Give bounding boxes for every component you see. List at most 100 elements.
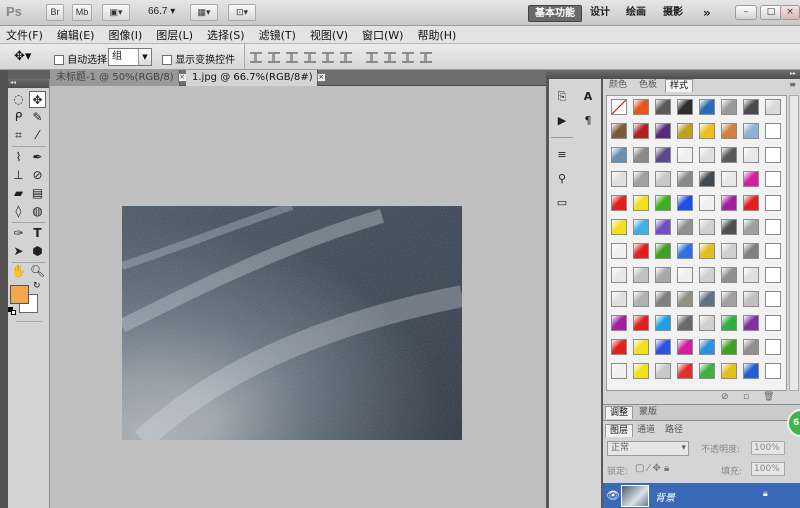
style-swatch[interactable] bbox=[655, 267, 671, 283]
history-panel-icon[interactable]: ⎘ bbox=[551, 87, 573, 107]
style-swatch[interactable] bbox=[633, 147, 649, 163]
style-swatch[interactable] bbox=[743, 147, 759, 163]
tab-swatches[interactable]: 色板 bbox=[635, 79, 661, 92]
minimize-button[interactable]: – bbox=[735, 5, 757, 20]
zoom-level[interactable]: 66.7 ▾ bbox=[148, 6, 175, 17]
align-button-icon[interactable] bbox=[268, 52, 280, 63]
style-swatch[interactable] bbox=[721, 363, 737, 379]
style-swatch[interactable] bbox=[611, 219, 627, 235]
visibility-eye-icon[interactable]: 👁︎ bbox=[606, 489, 620, 502]
style-swatch[interactable] bbox=[611, 243, 627, 259]
style-swatch[interactable] bbox=[743, 171, 759, 187]
style-swatch[interactable] bbox=[633, 219, 649, 235]
character-panel-icon[interactable]: A bbox=[577, 87, 599, 107]
style-swatch[interactable] bbox=[765, 243, 781, 259]
style-swatch[interactable] bbox=[743, 291, 759, 307]
auto-select-dropdown[interactable]: 组 ▼ bbox=[108, 48, 152, 66]
style-swatch[interactable] bbox=[699, 243, 715, 259]
align-button-icon[interactable] bbox=[402, 52, 414, 63]
style-swatch[interactable] bbox=[721, 147, 737, 163]
style-swatch[interactable] bbox=[655, 123, 671, 139]
tab-paths[interactable]: 路径 bbox=[661, 424, 687, 437]
style-swatch[interactable] bbox=[743, 219, 759, 235]
style-swatch[interactable] bbox=[633, 123, 649, 139]
menu-window[interactable]: 窗口(W) bbox=[362, 27, 403, 43]
paragraph-panel-icon[interactable]: ¶ bbox=[577, 111, 599, 131]
style-swatch[interactable] bbox=[655, 147, 671, 163]
style-swatch[interactable] bbox=[699, 171, 715, 187]
style-swatch[interactable] bbox=[699, 267, 715, 283]
brush-presets-icon[interactable]: ≡ bbox=[551, 145, 573, 165]
style-swatch[interactable] bbox=[765, 171, 781, 187]
auto-select-label[interactable]: 自动选择: bbox=[54, 51, 111, 66]
menu-layer[interactable]: 图层(L) bbox=[156, 27, 193, 43]
hand-tool-icon[interactable]: ✋ bbox=[10, 263, 27, 280]
style-swatch[interactable] bbox=[611, 315, 627, 331]
style-swatch[interactable] bbox=[699, 219, 715, 235]
style-swatch[interactable] bbox=[721, 171, 737, 187]
show-transform-controls[interactable]: 显示变换控件 bbox=[162, 51, 235, 66]
align-button-icon[interactable] bbox=[250, 52, 262, 63]
style-swatch[interactable] bbox=[611, 363, 627, 379]
workspace-essentials[interactable]: 基本功能 bbox=[528, 5, 582, 22]
style-swatch[interactable] bbox=[677, 315, 693, 331]
show-transform-checkbox[interactable] bbox=[162, 55, 172, 65]
style-swatch[interactable] bbox=[765, 291, 781, 307]
style-swatch[interactable] bbox=[677, 123, 693, 139]
style-swatch[interactable] bbox=[633, 195, 649, 211]
tab-styles[interactable]: 样式 bbox=[665, 79, 694, 92]
style-swatch[interactable] bbox=[633, 99, 649, 115]
foreground-color-swatch[interactable] bbox=[10, 285, 29, 304]
align-button-icon[interactable] bbox=[420, 52, 432, 63]
fill-input[interactable]: 100% bbox=[751, 462, 785, 476]
close-tab-icon[interactable]: × bbox=[316, 72, 326, 82]
clear-style-icon[interactable]: ⊘ bbox=[721, 392, 729, 402]
align-button-icon[interactable] bbox=[340, 52, 352, 63]
style-swatch[interactable] bbox=[633, 171, 649, 187]
move-tool-preset-icon[interactable]: ✥▾ bbox=[14, 49, 31, 64]
delete-style-icon[interactable]: 🗑︎ bbox=[763, 392, 774, 402]
style-swatch[interactable] bbox=[721, 243, 737, 259]
style-swatch[interactable] bbox=[677, 243, 693, 259]
style-swatch[interactable] bbox=[677, 267, 693, 283]
menu-file[interactable]: 文件(F) bbox=[6, 27, 43, 43]
style-swatch[interactable] bbox=[699, 147, 715, 163]
align-button-icon[interactable] bbox=[366, 52, 378, 63]
style-swatch[interactable] bbox=[611, 99, 627, 115]
eyedropper-tool-icon[interactable]: ⁄ bbox=[29, 127, 46, 144]
tab-channels[interactable]: 通道 bbox=[633, 424, 659, 437]
style-swatch[interactable] bbox=[677, 363, 693, 379]
style-swatch[interactable] bbox=[655, 363, 671, 379]
style-swatch[interactable] bbox=[721, 99, 737, 115]
style-swatch[interactable] bbox=[611, 267, 627, 283]
clone-stamp-tool-icon[interactable]: ⊥ bbox=[10, 167, 27, 184]
style-swatch[interactable] bbox=[743, 315, 759, 331]
style-swatch[interactable] bbox=[743, 99, 759, 115]
style-swatch[interactable] bbox=[655, 315, 671, 331]
align-button-icon[interactable] bbox=[304, 52, 316, 63]
style-swatch[interactable] bbox=[611, 171, 627, 187]
style-swatch[interactable] bbox=[721, 267, 737, 283]
document-image[interactable] bbox=[122, 206, 462, 440]
style-swatch[interactable] bbox=[699, 339, 715, 355]
style-swatch[interactable] bbox=[633, 339, 649, 355]
more-workspaces-button[interactable]: » bbox=[697, 5, 717, 22]
workspace-photography[interactable]: 摄影 bbox=[657, 5, 689, 22]
style-swatch[interactable] bbox=[633, 243, 649, 259]
style-swatch[interactable] bbox=[743, 123, 759, 139]
style-swatch[interactable] bbox=[721, 195, 737, 211]
style-swatch[interactable] bbox=[765, 99, 781, 115]
mini-bridge-button[interactable]: Mb bbox=[72, 4, 92, 21]
style-swatch[interactable] bbox=[611, 147, 627, 163]
style-swatch[interactable] bbox=[655, 339, 671, 355]
style-swatch[interactable] bbox=[633, 267, 649, 283]
tool-presets-icon[interactable]: ▭ bbox=[551, 193, 573, 213]
style-swatch[interactable] bbox=[611, 123, 627, 139]
workspace-painting[interactable]: 绘画 bbox=[620, 5, 652, 22]
style-swatch[interactable] bbox=[655, 243, 671, 259]
align-button-icon[interactable] bbox=[384, 52, 396, 63]
style-swatch[interactable] bbox=[633, 315, 649, 331]
lasso-tool-icon[interactable]: ᑭ bbox=[10, 109, 27, 126]
shape-tool-icon[interactable]: ⬢ bbox=[29, 243, 46, 260]
style-swatch[interactable] bbox=[677, 171, 693, 187]
